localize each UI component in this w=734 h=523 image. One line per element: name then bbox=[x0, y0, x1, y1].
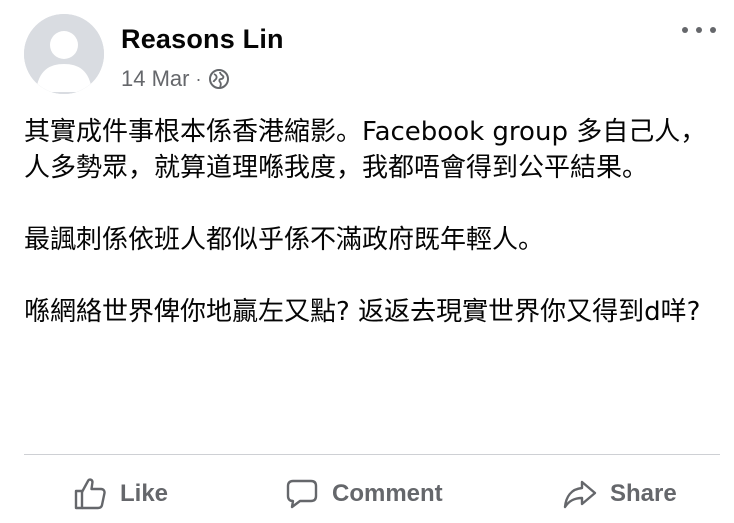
post-meta: 14 Mar · bbox=[121, 66, 230, 92]
divider bbox=[24, 454, 720, 455]
comment-label: Comment bbox=[332, 480, 443, 507]
more-options-icon[interactable] bbox=[682, 20, 716, 40]
globe-icon[interactable] bbox=[208, 68, 230, 90]
like-button[interactable]: Like bbox=[70, 470, 168, 518]
post-body: 其實成件事根本係香港縮影。Facebook group 多自己人，人多勢眾，就算… bbox=[24, 114, 714, 330]
more-dot bbox=[710, 27, 716, 33]
post-paragraph: 喺網絡世界俾你地贏左又點? 返返去現實世界你又得到d咩? bbox=[24, 297, 701, 327]
more-dot bbox=[682, 27, 688, 33]
avatar[interactable] bbox=[24, 14, 104, 94]
author-name[interactable]: Reasons Lin bbox=[121, 24, 284, 55]
post-paragraph: 其實成件事根本係香港縮影。Facebook group 多自己人，人多勢眾，就算… bbox=[24, 117, 707, 183]
share-arrow-icon bbox=[560, 474, 600, 514]
comment-bubble-icon bbox=[282, 474, 322, 514]
post-date[interactable]: 14 Mar bbox=[121, 66, 189, 92]
action-bar: Like Comment Share bbox=[0, 470, 734, 518]
post-header: Reasons Lin 14 Mar · bbox=[24, 14, 720, 94]
post-paragraph: 最諷刺係依班人都似乎係不滿政府既年輕人。 bbox=[24, 225, 545, 255]
thumbs-up-icon bbox=[70, 474, 110, 514]
share-label: Share bbox=[610, 480, 677, 507]
share-button[interactable]: Share bbox=[560, 470, 677, 518]
more-dot bbox=[696, 27, 702, 33]
post-card: Reasons Lin 14 Mar · 其實成件事根本係香港縮影。Facebo… bbox=[0, 0, 734, 523]
meta-separator: · bbox=[195, 68, 202, 89]
comment-button[interactable]: Comment bbox=[282, 470, 443, 518]
default-avatar-icon bbox=[24, 14, 104, 94]
like-label: Like bbox=[120, 480, 169, 507]
